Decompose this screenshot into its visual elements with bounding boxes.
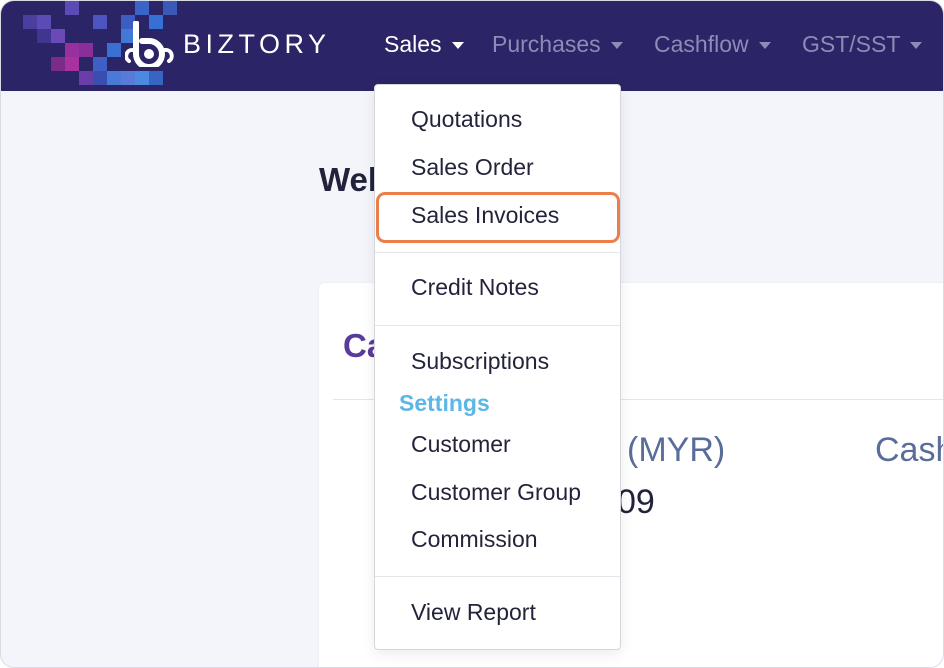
brand-name[interactable]: BIZTORY — [183, 29, 331, 60]
settings-section-header: Settings — [399, 390, 490, 416]
top-navbar: BIZTORY Sales Purchases Cashflow GST/SST — [1, 1, 943, 91]
menu-item-view-report[interactable]: View Report — [411, 599, 536, 626]
cash-label: Cash — [875, 431, 943, 469]
nav-item-sales[interactable]: Sales — [384, 31, 464, 58]
menu-item-credit-notes[interactable]: Credit Notes — [411, 274, 539, 301]
caret-down-icon — [451, 42, 464, 49]
nav-item-cashflow[interactable]: Cashflow — [654, 31, 771, 58]
welcome-heading: Wel — [319, 161, 378, 198]
currency-label: (MYR) — [627, 431, 726, 469]
menu-divider — [375, 252, 620, 253]
menu-item-sales-order[interactable]: Sales Order — [411, 154, 534, 181]
caret-down-icon — [758, 42, 771, 49]
amount-value: 09 — [617, 483, 655, 521]
nav-item-label: GST/SST — [802, 31, 901, 57]
sales-dropdown-menu: Quotations Sales Order Sales Invoices Cr… — [374, 84, 621, 650]
menu-item-customer-group[interactable]: Customer Group — [411, 479, 581, 506]
biztory-b-icon — [125, 21, 174, 67]
menu-item-subscriptions[interactable]: Subscriptions — [411, 348, 549, 375]
menu-item-commission[interactable]: Commission — [411, 526, 538, 553]
menu-divider — [375, 325, 620, 326]
caret-down-icon — [610, 42, 623, 49]
menu-item-quotations[interactable]: Quotations — [411, 106, 522, 133]
nav-item-label: Cashflow — [654, 31, 749, 57]
highlight-box — [376, 192, 620, 243]
nav-item-label: Sales — [384, 31, 442, 57]
nav-item-gst-sst[interactable]: GST/SST — [802, 31, 923, 58]
nav-item-label: Purchases — [492, 31, 601, 57]
menu-divider — [375, 576, 620, 577]
nav-item-purchases[interactable]: Purchases — [492, 31, 623, 58]
caret-down-icon — [910, 42, 923, 49]
menu-item-customer[interactable]: Customer — [411, 431, 511, 458]
app-window: BIZTORY Sales Purchases Cashflow GST/SST… — [0, 0, 944, 668]
